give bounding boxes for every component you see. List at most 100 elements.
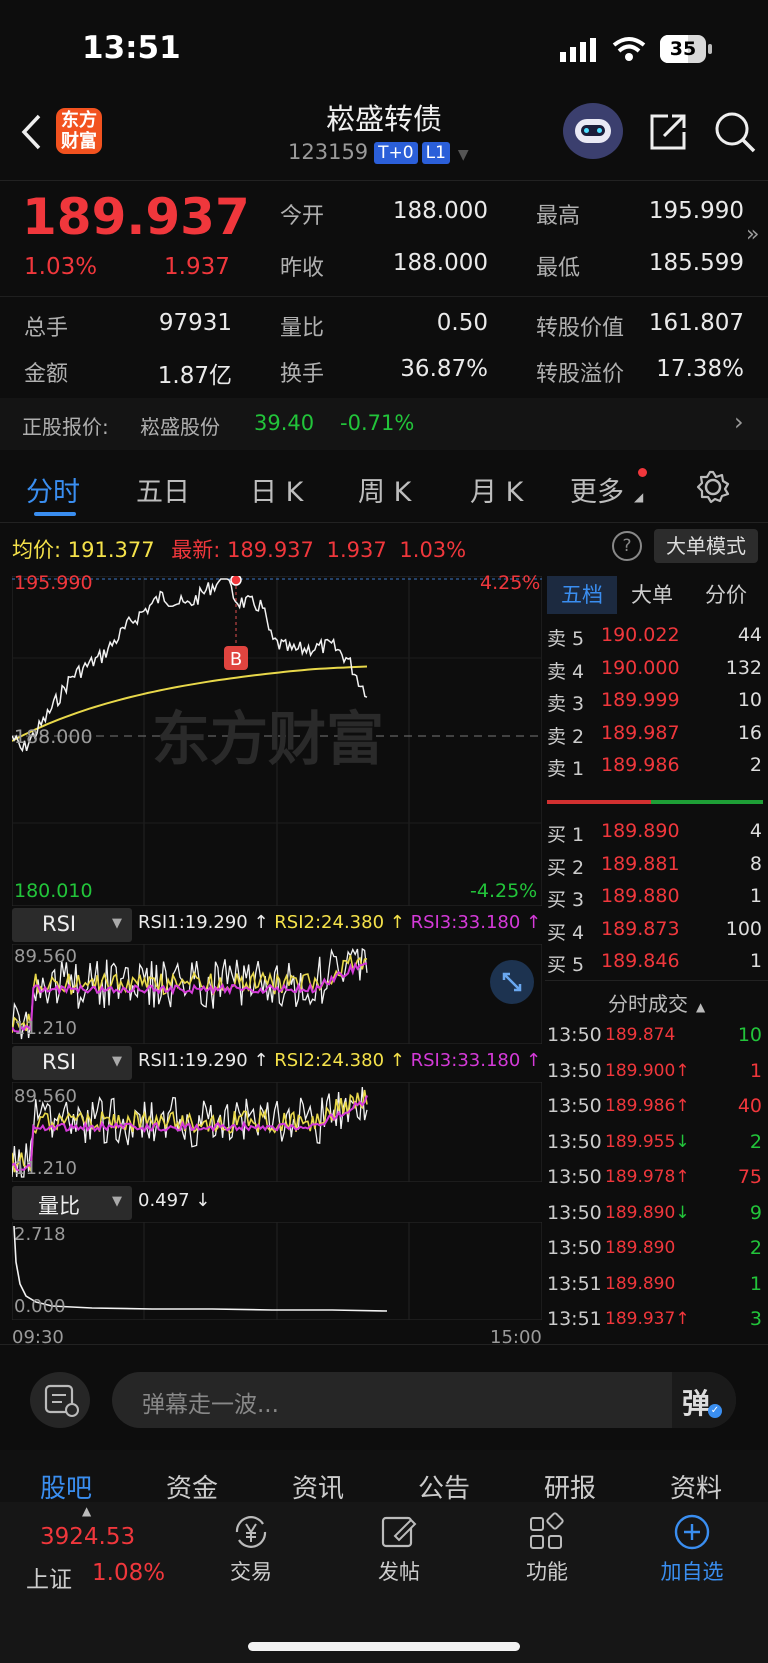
avg-label: 均价:	[12, 538, 62, 562]
robot-avatar[interactable]	[563, 103, 623, 159]
rsi-name-2: RSI	[42, 1050, 77, 1074]
tab-day-k[interactable]: 日 K	[250, 470, 303, 509]
index-pct: 1.08%	[92, 1560, 166, 1586]
ask-row: 卖 5 190.022 44	[545, 620, 768, 653]
low-label: 最低	[536, 256, 581, 281]
tab-funds[interactable]: 资金	[166, 1468, 218, 1505]
rsi3-value: RSI3:33.180 ↑	[410, 912, 542, 933]
tab-notices[interactable]: 公告	[418, 1468, 470, 1505]
ask-row: 卖 2 189.987 16	[545, 718, 768, 751]
danmaku-button[interactable]: 弹 ✓	[672, 1372, 736, 1428]
grid-icon	[530, 1512, 564, 1549]
premium-value: 17.38%	[656, 356, 744, 382]
big-order-mode-button[interactable]: 大单模式	[654, 529, 758, 563]
trade-time: 13:51	[547, 1308, 602, 1330]
tab-intraday[interactable]: 分时	[26, 470, 80, 509]
prev-close-label: 昨收	[280, 256, 325, 281]
trades-title-text: 分时成交	[608, 992, 688, 1016]
rsi2-bottom: 11.210	[14, 1158, 77, 1179]
latest-pct: 1.03%	[399, 538, 467, 562]
trade-volume: 10	[737, 1024, 762, 1046]
latest-label: 最新:	[171, 538, 221, 562]
latest-value: 189.937	[227, 538, 314, 562]
level-volume: 2	[749, 754, 762, 776]
bid-row: 买 2 189.881 8	[545, 849, 768, 882]
trade-price: 189.978↑	[605, 1167, 690, 1187]
level-price: 189.986	[601, 754, 680, 776]
vol-ratio-selector[interactable]: 量比 ▼	[12, 1186, 132, 1220]
trade-volume: 2	[749, 1130, 762, 1153]
nav-functions[interactable]: 功能	[522, 1512, 572, 1602]
level-price: 189.999	[601, 689, 680, 711]
trade-volume: 3	[749, 1308, 762, 1330]
stock-line-row[interactable]: 正股报价: 崧盛股份 39.40 -0.71% ›	[0, 398, 768, 450]
trade-time: 13:51	[547, 1272, 602, 1295]
rsi1-bottom: 11.210	[14, 1018, 77, 1039]
status-bar: 13:51 35	[0, 0, 768, 100]
open-label: 今开	[280, 204, 325, 229]
vol-ratio-chart	[12, 1222, 542, 1320]
level-volume: 8	[749, 852, 762, 875]
level-price: 189.987	[601, 721, 680, 744]
vol-ratio-top: 2.718	[14, 1224, 66, 1245]
low-value: 185.599	[648, 250, 744, 276]
tab-more[interactable]: 更多	[570, 470, 624, 509]
trade-price: 189.955↓	[605, 1131, 690, 1152]
tab-profile[interactable]: 资料	[670, 1468, 722, 1505]
level-label: 卖 1	[547, 758, 585, 780]
nav-trade[interactable]: 交易	[226, 1512, 276, 1602]
tab-week-k[interactable]: 周 K	[358, 470, 411, 509]
signal-icon	[560, 38, 596, 62]
tab-five-levels[interactable]: 五档	[547, 576, 617, 614]
rsi-chart-1	[12, 944, 542, 1044]
level-label: 买 1	[547, 824, 585, 846]
index-name: 上证	[26, 1567, 72, 1593]
rsi-selector-2[interactable]: RSI ▼	[12, 1046, 132, 1080]
trade-row: 13:50 189.900↑ 1	[545, 1054, 768, 1090]
trade-volume: 1	[749, 1059, 762, 1082]
trade-price: 189.890↓	[605, 1202, 690, 1223]
search-icon[interactable]	[713, 110, 757, 154]
trade-time: 13:50	[547, 1095, 602, 1117]
tab-research[interactable]: 研报	[544, 1468, 596, 1505]
expand-chevron-icon[interactable]: »	[746, 222, 759, 247]
tab-forum[interactable]: 股吧	[40, 1468, 92, 1505]
wifi-icon	[612, 37, 646, 61]
chart-tabs: 分时 五日 日 K 周 K 月 K 更多 ◢	[0, 450, 768, 522]
t0-tag: T+0	[374, 142, 418, 164]
fullscreen-button[interactable]	[490, 960, 534, 1004]
bond-code-row: 123159 T+0 L1 ▼	[288, 140, 469, 164]
trade-price: 189.900↑	[605, 1060, 690, 1081]
stock-line-label: 正股报价:	[22, 415, 109, 439]
turnover-label: 换手	[280, 362, 325, 387]
level-price: 190.022	[601, 624, 680, 646]
tab-news[interactable]: 资讯	[292, 1468, 344, 1505]
plus-circle-icon	[674, 1514, 710, 1550]
rsi-values-1: RSI1:19.290 ↑ RSI2:24.380 ↑ RSI3:33.180 …	[138, 912, 541, 933]
level-volume: 4	[749, 820, 762, 842]
rsi-selector-1[interactable]: RSI ▼	[12, 908, 132, 942]
trade-list: 13:50 189.874 10 13:50 189.900↑ 1 13:50 189.986…	[545, 1018, 768, 1338]
comment-toggle-button[interactable]	[30, 1372, 90, 1428]
header: 东方 财富 崧盛转债 123159 T+0 L1 ▼	[0, 100, 768, 180]
battery-level: 35	[669, 38, 697, 60]
volume-value: 97931	[158, 310, 232, 336]
tab-month-k[interactable]: 月 K	[470, 470, 523, 509]
conv-value-value: 161.807	[648, 310, 744, 336]
rsi1-value: RSI1:19.290 ↑	[138, 1050, 269, 1071]
nav-add-watchlist[interactable]: 加自选	[652, 1512, 732, 1602]
tab-five-day[interactable]: 五日	[136, 470, 190, 509]
tab-big-orders[interactable]: 大单	[631, 576, 673, 614]
trades-title[interactable]: 分时成交 ▲	[608, 988, 705, 1017]
caret-up-icon: ▲	[82, 1504, 92, 1518]
share-icon[interactable]	[648, 112, 688, 152]
settings-gear-icon[interactable]	[696, 470, 730, 504]
level-price: 190.000	[601, 656, 680, 679]
chevron-down-icon[interactable]: ▼	[458, 147, 469, 163]
rsi3-value: RSI3:33.180 ↑	[410, 1050, 542, 1071]
tab-price-dist[interactable]: 分价	[705, 576, 747, 614]
comment-input[interactable]: 弹幕走一波... 弹 ✓	[112, 1372, 736, 1428]
help-icon[interactable]: ?	[612, 531, 642, 561]
nav-post[interactable]: 发帖	[374, 1512, 424, 1602]
level-label: 卖 2	[547, 725, 585, 748]
